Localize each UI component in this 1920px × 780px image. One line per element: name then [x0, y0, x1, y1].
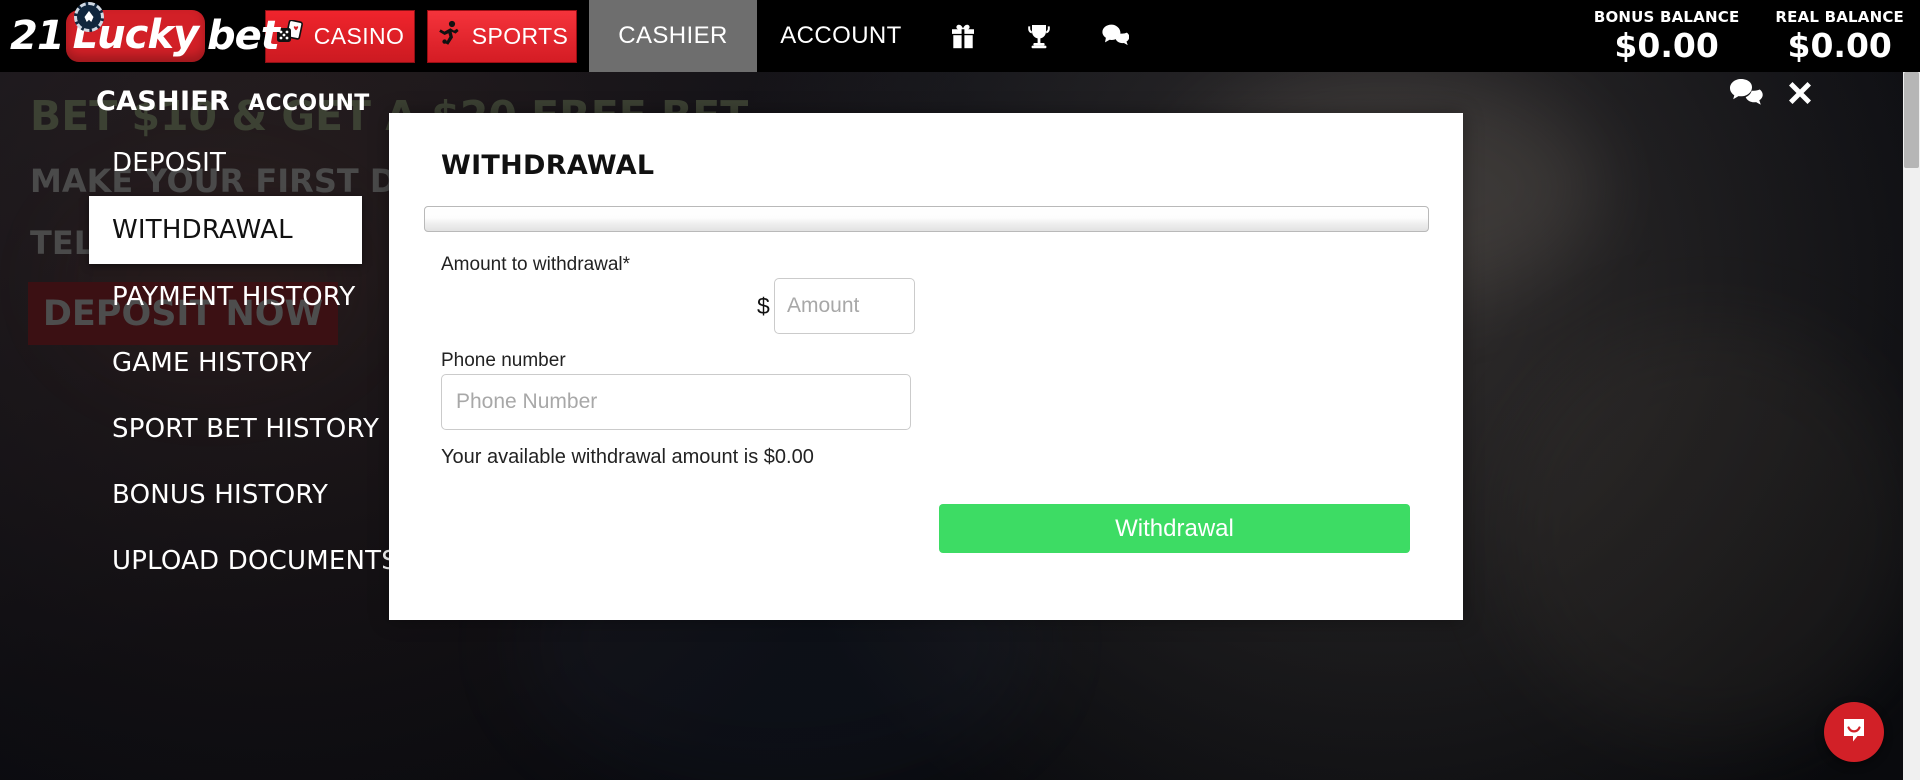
real-balance: REAL BALANCE $0.00 — [1775, 8, 1904, 65]
site-logo[interactable]: 21 Lucky bet — [0, 0, 280, 72]
intercom-launcher[interactable] — [1824, 702, 1884, 762]
smiley-message-icon — [1839, 715, 1869, 750]
balances-group: BONUS BALANCE $0.00 REAL BALANCE $0.00 — [1594, 0, 1920, 72]
nav-casino-button[interactable]: CASINO — [265, 9, 415, 63]
page-scrollbar[interactable] — [1903, 72, 1920, 780]
sidebar-item-withdrawal[interactable]: WITHDRAWAL — [89, 196, 362, 264]
modal-title: WITHDRAWAL — [441, 150, 655, 181]
dice-cards-icon — [276, 19, 304, 52]
bonus-balance: BONUS BALANCE $0.00 — [1593, 8, 1740, 65]
nav-account-tab[interactable]: ACCOUNT — [757, 0, 925, 72]
nav-cashier-tab[interactable]: CASHIER — [589, 0, 757, 72]
overlay-icon-group — [1729, 78, 1815, 108]
phone-label: Phone number — [441, 350, 566, 371]
tab-account[interactable]: ACCOUNT — [248, 91, 369, 116]
progress-bar — [424, 206, 1429, 232]
gift-icon[interactable] — [925, 0, 1001, 72]
logo-text-bet: bet — [207, 13, 280, 59]
phone-input[interactable] — [441, 374, 911, 430]
app-root: BET $10 & GET A $20 FREE BET MAKE YOUR F… — [0, 0, 1920, 780]
currency-symbol: $ — [757, 293, 770, 319]
bonus-balance-value: $0.00 — [1614, 26, 1719, 65]
nav-account-label: ACCOUNT — [780, 22, 902, 49]
chat-icon[interactable] — [1077, 0, 1153, 72]
amount-input[interactable] — [774, 278, 915, 334]
tab-cashier[interactable]: CASHIER — [96, 86, 230, 117]
scrollbar-thumb[interactable] — [1904, 72, 1919, 168]
top-header: 21 Lucky bet CASINO SPORTS CASHIER ACCOU… — [0, 0, 1920, 72]
nav-casino-label: CASINO — [313, 22, 405, 49]
chat-bubbles-icon[interactable] — [1729, 78, 1763, 108]
close-icon[interactable] — [1785, 78, 1815, 108]
poker-chip-icon — [74, 2, 104, 32]
running-man-icon — [436, 20, 462, 52]
available-amount-text: Your available withdrawal amount is $0.0… — [441, 446, 814, 468]
nav-sports-button[interactable]: SPORTS — [427, 9, 577, 63]
withdrawal-submit-button[interactable]: Withdrawal — [939, 504, 1410, 553]
withdrawal-modal: WITHDRAWAL Amount to withdrawal* $ Phone… — [389, 113, 1463, 620]
amount-field-row: $ — [441, 278, 961, 334]
nav-sports-label: SPORTS — [471, 22, 569, 49]
logo-text-21: 21 — [10, 13, 65, 59]
nav-cashier-label: CASHIER — [618, 22, 728, 49]
cashier-tabs: CASHIER ACCOUNT — [96, 86, 370, 117]
amount-label: Amount to withdrawal* — [441, 254, 631, 275]
real-balance-value: $0.00 — [1787, 26, 1892, 65]
trophy-icon[interactable] — [1001, 0, 1077, 72]
bonus-balance-label: BONUS BALANCE — [1593, 8, 1740, 26]
real-balance-label: REAL BALANCE — [1775, 8, 1904, 26]
